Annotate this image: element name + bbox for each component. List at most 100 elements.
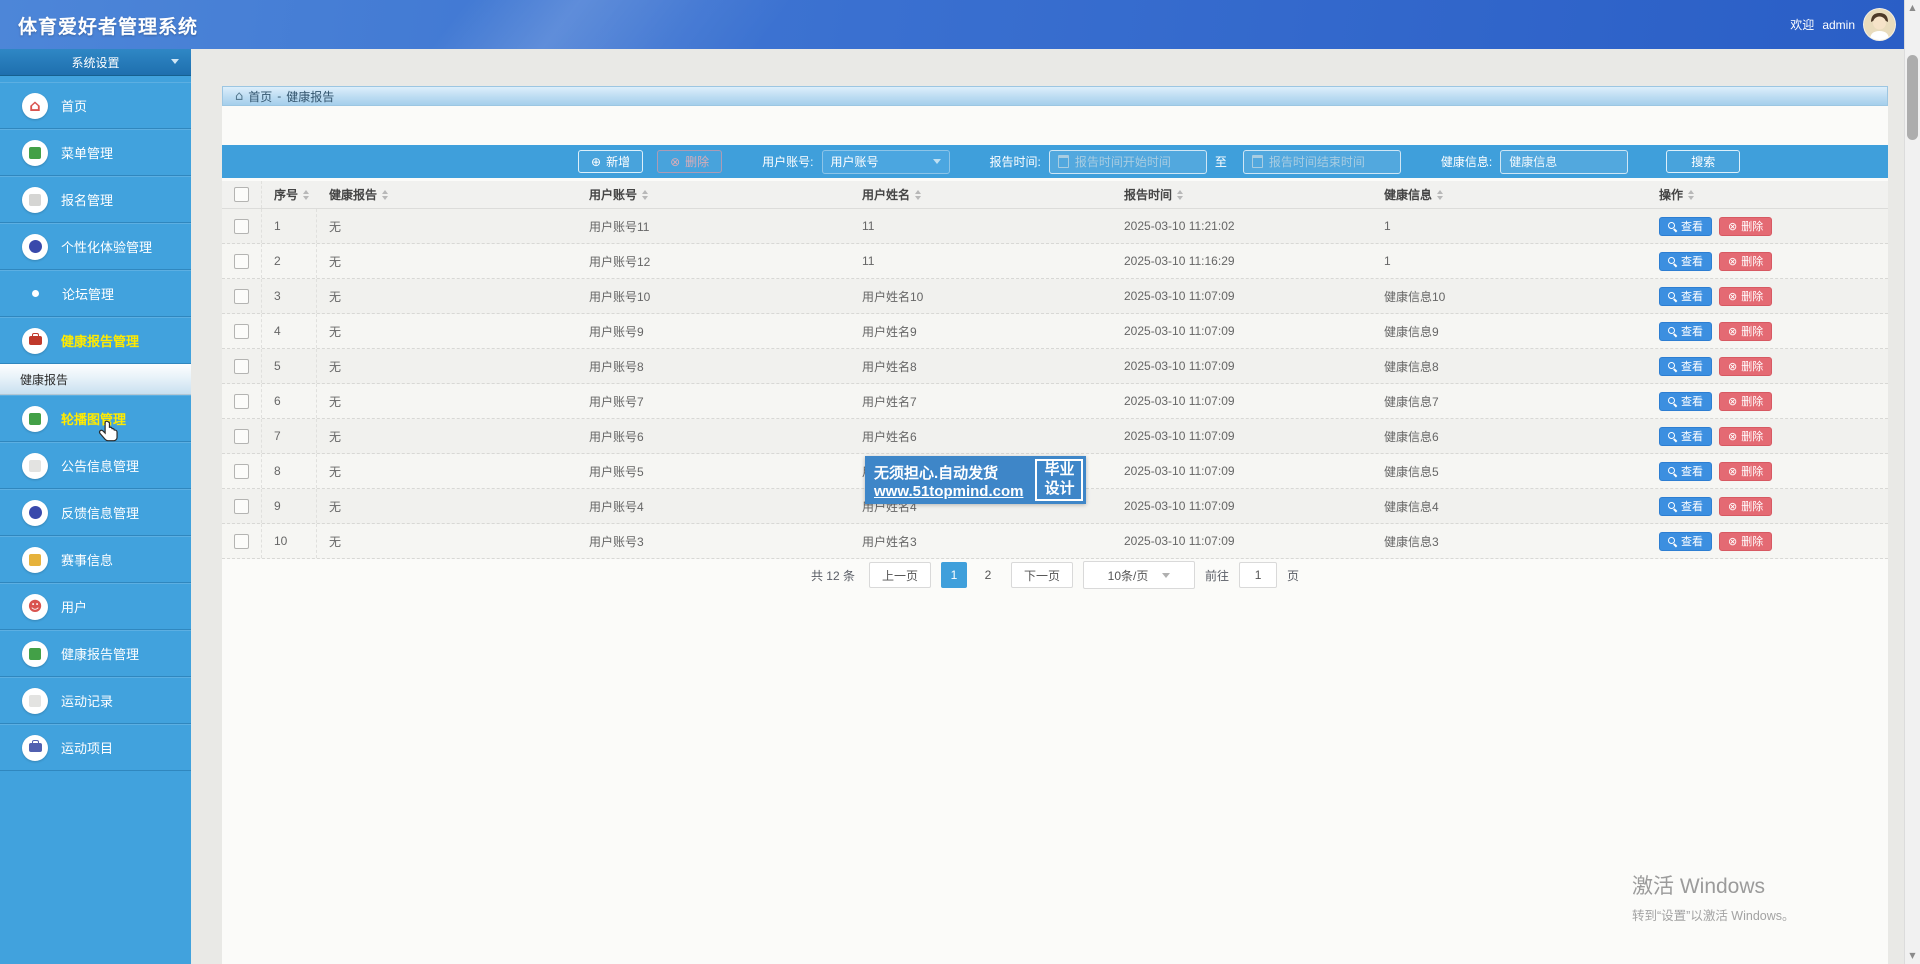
view-button[interactable]: 查看	[1659, 357, 1712, 376]
sidebar-item-label: 菜单管理	[61, 143, 113, 162]
row-delete-button[interactable]: ⊗删除	[1719, 532, 1772, 551]
sidebar-item-2[interactable]: 报名管理	[0, 176, 191, 223]
row-checkbox[interactable]	[234, 394, 249, 409]
page-button-2[interactable]: 2	[975, 562, 1001, 588]
page-scrollbar[interactable]: ▲ ▼	[1904, 0, 1920, 964]
sidebar-item-7[interactable]: 轮播图管理	[0, 395, 191, 442]
scroll-up-icon[interactable]: ▲	[1905, 1, 1920, 15]
row-checkbox[interactable]	[234, 289, 249, 304]
row-delete-button[interactable]: ⊗删除	[1719, 357, 1772, 376]
row-checkbox[interactable]	[234, 499, 249, 514]
view-button[interactable]: 查看	[1659, 322, 1712, 341]
column-header-2[interactable]: 用户账号	[577, 186, 850, 203]
column-header-6[interactable]: 操作	[1647, 186, 1888, 203]
cross-circle-icon: ⊗	[1728, 221, 1737, 232]
cell-index: 1	[262, 209, 317, 243]
row-checkbox[interactable]	[234, 254, 249, 269]
row-delete-button[interactable]: ⊗删除	[1719, 427, 1772, 446]
row-checkbox[interactable]	[234, 429, 249, 444]
goto-page-input[interactable]: 1	[1239, 562, 1277, 588]
sort-icon[interactable]	[915, 190, 921, 200]
search-icon	[1668, 502, 1677, 511]
health-info-input[interactable]: 健康信息	[1500, 150, 1628, 174]
breadcrumb-home[interactable]: 首页	[248, 88, 272, 105]
column-header-3[interactable]: 用户姓名	[850, 186, 1112, 203]
sidebar-item-5[interactable]: 健康报告管理	[0, 317, 191, 364]
sidebar-item-8[interactable]: 公告信息管理	[0, 442, 191, 489]
sidebar: 系统设置 首页 菜单管理 报名管理 个性化体验管理 论坛管理 健康报告管理 健康…	[0, 49, 191, 964]
row-checkbox[interactable]	[234, 324, 249, 339]
sidebar-section-header[interactable]: 系统设置	[0, 49, 191, 76]
sidebar-item-11[interactable]: 用户	[0, 583, 191, 630]
search-icon	[1668, 397, 1677, 406]
view-button[interactable]: 查看	[1659, 532, 1712, 551]
column-header-5[interactable]: 健康信息	[1372, 186, 1647, 203]
row-delete-button[interactable]: ⊗删除	[1719, 252, 1772, 271]
date-end-input[interactable]: 报告时间结束时间	[1243, 150, 1401, 174]
view-button[interactable]: 查看	[1659, 287, 1712, 306]
row-delete-button[interactable]: ⊗删除	[1719, 392, 1772, 411]
sidebar-item-4[interactable]: 论坛管理	[0, 270, 191, 317]
column-header-0[interactable]: 序号	[262, 186, 317, 203]
sidebar-item-9[interactable]: 反馈信息管理	[0, 489, 191, 536]
health-info-label: 健康信息:	[1441, 153, 1492, 170]
view-button[interactable]: 查看	[1659, 497, 1712, 516]
row-delete-button[interactable]: ⊗删除	[1719, 217, 1772, 236]
cell-operations: 查看 ⊗删除	[1647, 357, 1888, 376]
row-checkbox-cell	[222, 384, 262, 418]
scroll-down-icon[interactable]: ▼	[1905, 949, 1920, 963]
user-area[interactable]: 欢迎 admin	[1790, 8, 1896, 41]
sort-icon[interactable]	[1177, 190, 1183, 200]
row-checkbox[interactable]	[234, 219, 249, 234]
row-checkbox[interactable]	[234, 534, 249, 549]
table-row: 4 无 用户账号9 用户姓名9 2025-03-10 11:07:09 健康信息…	[222, 314, 1888, 349]
report-time-label: 报告时间:	[990, 153, 1041, 170]
cell-user-account: 用户账号10	[577, 288, 850, 305]
sort-icon[interactable]	[303, 190, 309, 200]
sidebar-item-3[interactable]: 个性化体验管理	[0, 223, 191, 270]
account-select[interactable]: 用户账号	[822, 150, 950, 174]
view-button[interactable]: 查看	[1659, 462, 1712, 481]
view-button[interactable]: 查看	[1659, 427, 1712, 446]
avatar[interactable]	[1863, 8, 1896, 41]
view-button[interactable]: 查看	[1659, 252, 1712, 271]
view-button[interactable]: 查看	[1659, 217, 1712, 236]
sidebar-item-12[interactable]: 健康报告管理	[0, 630, 191, 677]
sidebar-subitem-health-report[interactable]: 健康报告	[0, 364, 191, 395]
row-checkbox[interactable]	[234, 359, 249, 374]
select-all-checkbox[interactable]	[234, 187, 249, 202]
sidebar-item-1[interactable]: 菜单管理	[0, 129, 191, 176]
row-delete-button[interactable]: ⊗删除	[1719, 287, 1772, 306]
menu-icon	[22, 187, 48, 213]
sidebar-item-13[interactable]: 运动记录	[0, 677, 191, 724]
sidebar-item-0[interactable]: 首页	[0, 82, 191, 129]
search-icon	[1668, 292, 1677, 301]
date-start-input[interactable]: 报告时间开始时间	[1049, 150, 1207, 174]
sort-icon[interactable]	[1688, 190, 1694, 200]
column-header-1[interactable]: 健康报告	[317, 186, 577, 203]
search-button[interactable]: 搜索	[1666, 150, 1740, 173]
scrollbar-thumb[interactable]	[1907, 55, 1918, 140]
sidebar-item-14[interactable]: 运动项目	[0, 724, 191, 771]
page-button-1[interactable]: 1	[941, 562, 967, 588]
column-header-4[interactable]: 报告时间	[1112, 186, 1372, 203]
prev-page-button[interactable]: 上一页	[869, 562, 931, 588]
menu-icon	[22, 500, 48, 526]
row-delete-button[interactable]: ⊗删除	[1719, 462, 1772, 481]
view-button[interactable]: 查看	[1659, 392, 1712, 411]
sort-icon[interactable]	[1437, 190, 1443, 200]
row-delete-button[interactable]: ⊗删除	[1719, 497, 1772, 516]
row-delete-button[interactable]: ⊗删除	[1719, 322, 1772, 341]
delete-button[interactable]: ⊗ 删除	[657, 150, 722, 173]
menu-icon	[32, 290, 39, 297]
sort-icon[interactable]	[642, 190, 648, 200]
row-checkbox-cell	[222, 349, 262, 383]
row-checkbox[interactable]	[234, 464, 249, 479]
next-page-button[interactable]: 下一页	[1011, 562, 1073, 588]
sidebar-item-10[interactable]: 赛事信息	[0, 536, 191, 583]
sort-icon[interactable]	[382, 190, 388, 200]
cell-index: 2	[262, 244, 317, 278]
table-row: 10 无 用户账号3 用户姓名3 2025-03-10 11:07:09 健康信…	[222, 524, 1888, 559]
page-size-select[interactable]: 10条/页	[1083, 561, 1195, 589]
add-button[interactable]: ⊕ 新增	[578, 150, 643, 173]
